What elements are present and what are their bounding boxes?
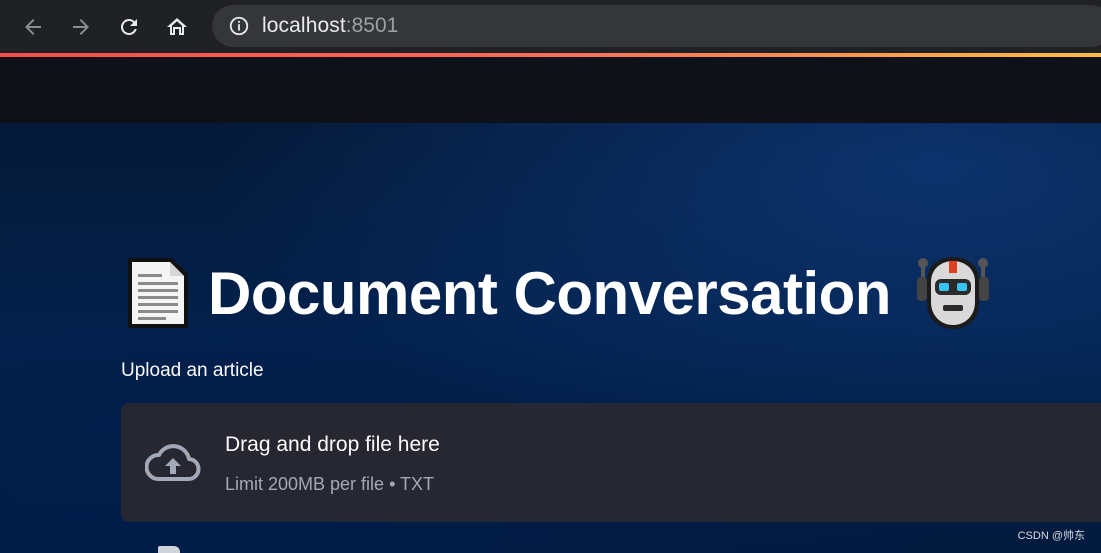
info-icon[interactable] (228, 15, 250, 37)
forward-button[interactable] (61, 7, 101, 47)
cloud-upload-icon (145, 444, 201, 481)
partial-document-icon (158, 546, 180, 553)
back-button[interactable] (13, 7, 53, 47)
file-dropzone[interactable]: Drag and drop file here Limit 200MB per … (121, 403, 1101, 522)
home-button[interactable] (157, 7, 197, 47)
title-row: Document Conversation (124, 253, 991, 333)
app-main: Document Conversation Upload an article … (0, 123, 1101, 553)
url-port: :8501 (345, 14, 399, 37)
watermark: CSDN @帅东 (1017, 530, 1085, 542)
arrow-left-icon (25, 18, 41, 35)
robot-icon (916, 257, 989, 329)
home-icon (167, 17, 187, 35)
address-bar[interactable]: localhost:8501 (212, 5, 1101, 47)
dropzone-title: Drag and drop file here (225, 433, 440, 456)
dropzone-subtitle: Limit 200MB per file • TXT (225, 474, 435, 494)
arrow-right-icon (73, 18, 89, 35)
reload-icon (120, 18, 137, 35)
document-icon (128, 258, 188, 328)
app-header (0, 57, 1101, 123)
reload-button[interactable] (109, 7, 149, 47)
page-title: Document Conversation (208, 259, 891, 327)
browser-toolbar: localhost:8501 (0, 0, 1101, 53)
url-host: localhost (262, 14, 346, 37)
upload-label: Upload an article (121, 360, 264, 381)
